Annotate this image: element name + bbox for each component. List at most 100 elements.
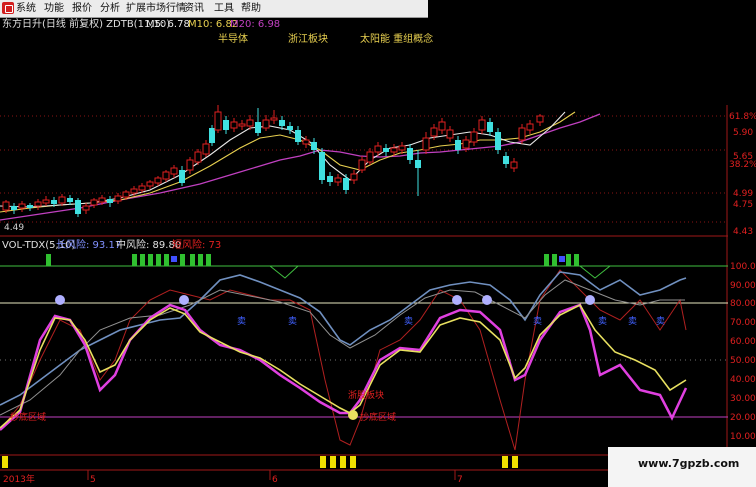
indicator-tick: 30.00 xyxy=(730,394,756,404)
low-price-label: 4.49 xyxy=(4,223,24,233)
time-label: 7 xyxy=(457,475,463,485)
time-label: 2013年 xyxy=(3,473,35,485)
candle-body xyxy=(358,159,366,171)
price-tick: 4.99 xyxy=(733,189,753,199)
candle-body xyxy=(194,151,202,163)
buy-zone-label: 抄底区域 xyxy=(10,411,46,423)
stock-chart[interactable]: 东方日升(日线 前复权) ZDTB(11,10) M5: 6.78 M10: 6… xyxy=(0,0,756,487)
candle-body xyxy=(42,199,50,204)
indicator-tick: 50.00 xyxy=(730,356,756,366)
sell-mark: 卖 xyxy=(628,316,637,327)
candle-body xyxy=(2,201,10,211)
candle-body xyxy=(114,195,122,202)
candle-body xyxy=(75,200,81,214)
candle-body xyxy=(334,177,342,183)
candle-body xyxy=(526,123,534,131)
bottom-signal-bars xyxy=(2,456,518,468)
candle-body xyxy=(487,122,493,132)
annotation-zhejiang: 浙江板块 xyxy=(288,32,328,45)
candle-body xyxy=(518,127,526,141)
price-tick: 5.90 xyxy=(733,128,753,138)
candle-body xyxy=(179,170,185,183)
watermark-text: www.7gpzb.com xyxy=(638,457,740,470)
indicator-tick: 60.00 xyxy=(730,337,756,347)
top-signal-marker xyxy=(171,256,177,262)
candle-body xyxy=(223,120,229,130)
sell-mark: 卖 xyxy=(237,316,246,327)
ma5-value: M5: 6.78 xyxy=(146,19,190,30)
candle-body xyxy=(462,139,470,149)
candle-body xyxy=(455,140,461,150)
candle-body xyxy=(146,181,154,187)
ma20-line xyxy=(0,113,601,221)
time-label: 5 xyxy=(90,475,96,485)
candle-body xyxy=(138,185,146,191)
candle-body xyxy=(366,151,374,163)
sell-mark: 卖 xyxy=(288,316,297,327)
candlestick-group xyxy=(2,105,544,217)
candle-body xyxy=(503,156,509,164)
candle-body xyxy=(438,121,446,131)
watermark: www.7gpzb.com xyxy=(608,447,756,487)
candle-body xyxy=(18,203,26,209)
time-label: 6 xyxy=(272,475,278,485)
candle-body xyxy=(58,196,66,204)
indicator-tick: 40.00 xyxy=(730,375,756,385)
candle-body xyxy=(383,148,389,152)
top-signal-bars xyxy=(46,254,579,266)
indicator-tick: 100.00 xyxy=(730,262,756,272)
candle-body xyxy=(407,148,413,160)
indicator-tick: 80.00 xyxy=(730,299,756,309)
candle-body xyxy=(122,191,130,198)
candle-body xyxy=(390,147,398,153)
candle-body xyxy=(343,178,349,190)
candle-body xyxy=(209,128,215,143)
candle-body xyxy=(230,121,238,129)
long-risk-line xyxy=(0,271,687,406)
candle-body xyxy=(287,126,293,130)
candle-body xyxy=(130,188,138,194)
candle-body xyxy=(270,117,278,121)
indicator-tick: 10.00 xyxy=(730,432,756,442)
short-risk-line xyxy=(0,269,687,451)
candle-body xyxy=(238,123,246,127)
sell-mark: 卖 xyxy=(656,316,665,327)
long-risk-value: 长风险: 93.17 xyxy=(56,238,121,251)
sell-mark: 卖 xyxy=(533,316,542,327)
candle-body xyxy=(82,205,90,211)
candle-body xyxy=(495,132,501,150)
chart-title: 东方日升(日线 前复权) ZDTB(11,10) xyxy=(2,17,170,30)
candle-body xyxy=(202,143,210,155)
candle-body xyxy=(162,171,170,180)
candle-body xyxy=(374,145,382,153)
candle-body xyxy=(422,137,430,151)
candle-body xyxy=(478,119,486,131)
mid-risk-line xyxy=(0,279,685,416)
candle-body xyxy=(51,200,57,204)
lows-zone-label: 抄底区域 xyxy=(360,411,396,423)
sell-mark: 卖 xyxy=(404,316,413,327)
candle-body xyxy=(319,152,325,180)
annotation-semiconductor: 半导体 xyxy=(218,32,248,45)
candle-body xyxy=(311,142,317,150)
candle-body xyxy=(536,115,544,123)
pink-risk-line xyxy=(0,303,688,431)
indicator-tick: 70.00 xyxy=(730,318,756,328)
candle-body xyxy=(67,198,73,202)
candle-body xyxy=(98,197,106,203)
candle-body xyxy=(302,139,310,145)
candle-body xyxy=(186,159,194,171)
sell-mark: 卖 xyxy=(598,316,607,327)
ma20-value: M20: 6.98 xyxy=(230,19,280,30)
candle-body xyxy=(170,167,178,175)
candle-body xyxy=(295,130,301,142)
stock-sector-label: 浙股板块 xyxy=(348,389,384,401)
candle-body xyxy=(279,120,285,126)
candle-body xyxy=(415,160,421,168)
candle-body xyxy=(154,177,162,184)
candle-body xyxy=(214,111,222,131)
yellow-risk-line xyxy=(0,303,687,429)
candle-body xyxy=(246,119,254,127)
top-signal-marker xyxy=(559,256,565,262)
candle-body xyxy=(27,205,33,208)
